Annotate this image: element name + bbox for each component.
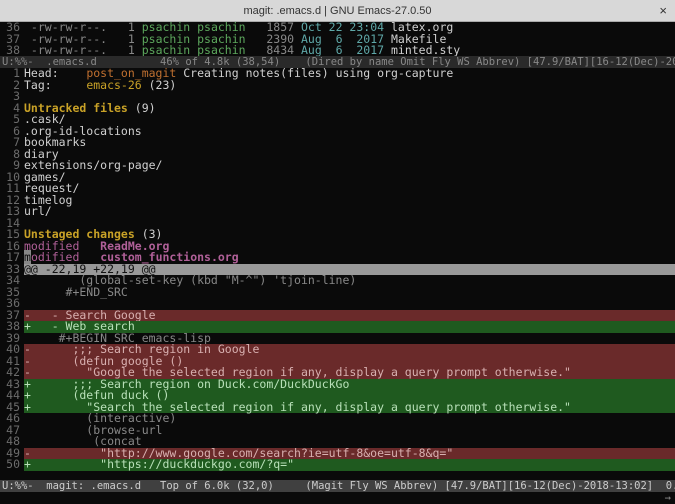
modeline-dired: U:%%- .emacs.d 46% of 4.8k (38,54) (Dire… (0, 56, 675, 68)
window-titlebar: magit: .emacs.d | GNU Emacs-27.0.50 × (0, 0, 675, 22)
magit-line[interactable]: 35 #+END_SRC (0, 287, 675, 299)
line-number: 2 (0, 80, 24, 92)
dired-row[interactable]: 38 -rw-rw-r--. 1 psachin psachin 8434 Au… (0, 45, 675, 56)
line-number: 38 (0, 45, 24, 56)
magit-line[interactable]: 13url/ (0, 206, 675, 218)
magit-line[interactable]: 7bookmarks (0, 137, 675, 149)
magit-buffer[interactable]: 1Head: post_on_magit Creating notes(file… (0, 68, 675, 480)
line-number: 7 (0, 137, 24, 149)
line-number: 8 (0, 149, 24, 161)
magit-line[interactable]: 2Tag: emacs-26 (23) (0, 80, 675, 92)
magit-line[interactable]: 10games/ (0, 172, 675, 184)
magit-line[interactable]: 11request/ (0, 183, 675, 195)
minibuffer[interactable]: → (0, 492, 675, 504)
magit-line[interactable]: 6.org-id-locations (0, 126, 675, 138)
line-number: 50 (0, 459, 24, 471)
window-title: magit: .emacs.d | GNU Emacs-27.0.50 (243, 5, 431, 17)
dired-buffer[interactable]: 36 -rw-rw-r--. 1 psachin psachin 1857 Oc… (0, 22, 675, 56)
magit-line[interactable]: 12timelog (0, 195, 675, 207)
line-number: 4 (0, 103, 24, 115)
magit-line[interactable]: 4Untracked files (9) (0, 103, 675, 115)
magit-line[interactable]: 9extensions/org-page/ (0, 160, 675, 172)
modeline-magit: U:%%- magit: .emacs.d Top of 6.0k (32,0)… (0, 480, 675, 492)
magit-line[interactable]: 50+ "https://duckduckgo.com/?q=" (0, 459, 675, 471)
line-number: 3 (0, 91, 24, 103)
line-number: 6 (0, 126, 24, 138)
close-icon[interactable]: × (659, 3, 667, 18)
line-number: 1 (0, 68, 24, 80)
line-number: 5 (0, 114, 24, 126)
